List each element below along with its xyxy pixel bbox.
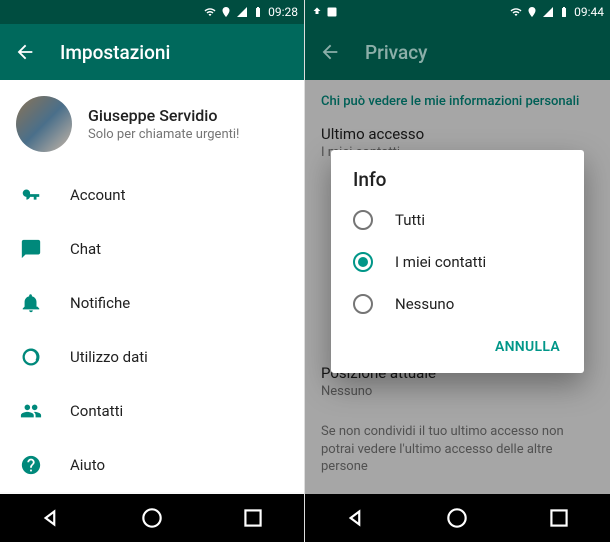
status-time: 09:44 [574,5,604,19]
page-title: Privacy [365,41,427,64]
radio-label: Nessuno [395,295,454,313]
nav-home-icon[interactable] [139,505,165,531]
nav-bar [305,494,610,542]
help-icon [20,454,42,476]
nav-back-icon[interactable] [343,505,369,531]
location-icon [526,6,538,18]
menu-label: Notifiche [70,294,130,312]
profile-status: Solo per chiamate urgenti! [88,127,239,142]
profile-name: Giuseppe Servidio [88,106,239,125]
battery-icon [558,6,570,18]
nav-recent-icon[interactable] [240,505,266,531]
menu-item-notifications[interactable]: Notifiche [0,276,304,330]
menu-label: Contatti [70,402,123,420]
status-bar: 09:44 [305,0,610,24]
status-time: 09:28 [268,5,298,19]
menu-label: Utilizzo dati [70,348,148,366]
app-bar: Privacy [305,24,610,80]
profile-row[interactable]: Giuseppe Servidio Solo per chiamate urge… [0,80,304,168]
radio-icon [353,210,373,230]
status-bar: 09:28 [0,0,304,24]
nav-home-icon[interactable] [444,505,470,531]
dialog-title: Info [331,168,584,199]
menu-item-help[interactable]: Aiuto [0,438,304,492]
menu-label: Chat [70,240,101,258]
radio-option-nobody[interactable]: Nessuno [331,283,584,325]
cancel-button[interactable]: ANNULLA [485,331,570,363]
radio-label: Tutti [395,211,425,229]
back-arrow-icon[interactable] [14,41,36,63]
radio-option-everyone[interactable]: Tutti [331,199,584,241]
menu-label: Account [70,186,126,204]
location-icon [220,6,232,18]
nav-bar [0,494,304,542]
radio-label: I miei contatti [395,253,486,271]
radio-icon [353,252,373,272]
radio-icon [353,294,373,314]
app-bar: Impostazioni [0,24,304,80]
back-arrow-icon[interactable] [319,41,341,63]
nav-recent-icon[interactable] [546,505,572,531]
menu-item-chat[interactable]: Chat [0,222,304,276]
key-icon [20,184,42,206]
contacts-icon [20,400,42,422]
info-dialog: Info Tutti I miei contatti Nessuno ANNUL… [331,150,584,373]
radio-option-my-contacts[interactable]: I miei contatti [331,241,584,283]
menu-item-data-usage[interactable]: Utilizzo dati [0,330,304,384]
signal-icon [542,6,554,18]
menu-item-contacts[interactable]: Contatti [0,384,304,438]
bell-icon [20,292,42,314]
wifi-icon [204,6,216,18]
chat-icon [20,238,42,260]
avatar [16,96,72,152]
signal-icon [236,6,248,18]
menu-label: Aiuto [70,456,105,474]
battery-icon [252,6,264,18]
upload-icon [311,6,323,18]
nav-back-icon[interactable] [38,505,64,531]
image-icon [326,6,338,18]
data-usage-icon [20,346,42,368]
wifi-icon [510,6,522,18]
menu-item-account[interactable]: Account [0,168,304,222]
page-title: Impostazioni [60,41,170,64]
